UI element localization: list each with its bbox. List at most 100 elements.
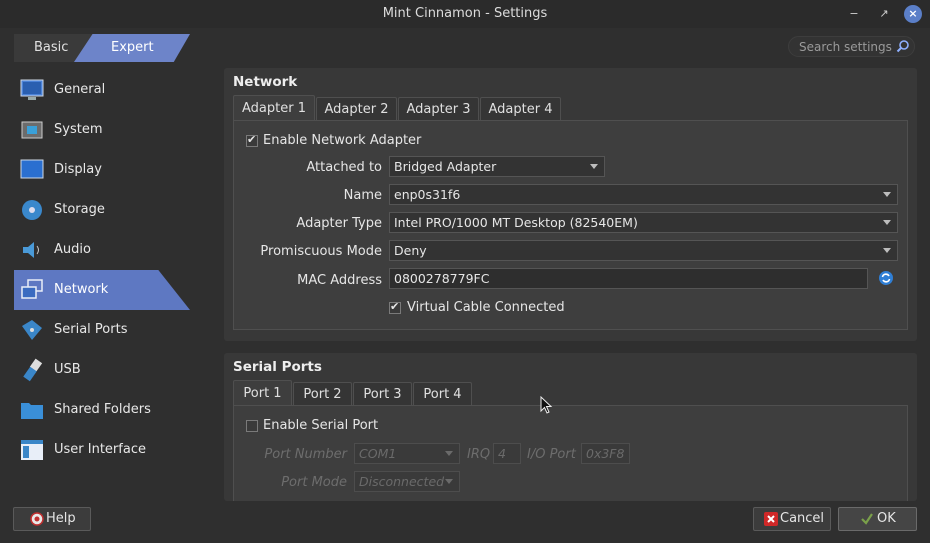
minimize-button[interactable]: − (845, 5, 863, 23)
tab-adapter-3[interactable]: Adapter 3 (398, 97, 479, 121)
name-select[interactable]: enp0s31f6 (389, 184, 898, 205)
name-label: Name (343, 188, 382, 203)
chevron-down-icon (590, 164, 598, 169)
io-port-field[interactable]: 0x3F8 (581, 443, 630, 464)
enable-adapter-checkbox[interactable] (246, 133, 258, 147)
maximize-button[interactable]: ↗ (875, 5, 893, 23)
irq-label: IRQ (467, 447, 491, 462)
port-number-select[interactable]: COM1 (354, 443, 460, 464)
tab-port-4[interactable]: Port 4 (413, 382, 472, 406)
sidebar-item-label: USB (54, 362, 81, 377)
speaker-icon (23, 242, 39, 258)
sidebar-item-shared-folders[interactable]: Shared Folders (14, 390, 190, 430)
sidebar-item-serial-ports[interactable]: Serial Ports (14, 310, 190, 350)
window-title: Mint Cinnamon - Settings (382, 6, 548, 21)
port-mode-select[interactable]: Disconnected (354, 471, 460, 492)
folder-icon (21, 403, 43, 419)
attached-to-value: Bridged Adapter (394, 159, 497, 174)
port-number-value: COM1 (359, 446, 397, 461)
sidebar-item-display[interactable]: Display (14, 150, 190, 190)
chip-icon (21, 121, 43, 139)
cancel-label: Cancel (780, 511, 825, 526)
sidebar-item-network[interactable]: Network (14, 270, 190, 310)
mode-switch: Basic Expert (14, 34, 190, 62)
sidebar-item-label: Shared Folders (54, 402, 151, 417)
sidebar-item-audio[interactable]: Audio (14, 230, 190, 270)
refresh-icon[interactable] (878, 270, 894, 286)
cancel-button[interactable]: Cancel (753, 507, 831, 531)
attached-to-label: Attached to (306, 160, 382, 175)
port-mode-value: Disconnected (359, 474, 445, 489)
network-group: Network Adapter 1 Adapter 2 Adapter 3 Ad… (224, 68, 917, 341)
enable-serial-checkbox[interactable] (246, 420, 258, 432)
adapter-type-label: Adapter Type (296, 216, 382, 231)
sidebar-item-usb[interactable]: USB (14, 350, 190, 390)
sidebar-item-label: Storage (54, 202, 105, 217)
sidebar-item-general[interactable]: General (14, 70, 190, 110)
sidebar-item-label: Serial Ports (54, 322, 128, 337)
tab-adapter-1[interactable]: Adapter 1 (233, 95, 315, 121)
port-number-label: Port Number (264, 447, 347, 462)
search-input[interactable] (797, 39, 901, 55)
title-bar: Mint Cinnamon - Settings (0, 0, 930, 28)
name-value: enp0s31f6 (394, 187, 461, 202)
attached-to-select[interactable]: Bridged Adapter (389, 156, 605, 177)
cancel-icon (764, 512, 778, 526)
sidebar-item-label: System (54, 122, 103, 137)
disk-icon (22, 200, 42, 220)
ok-icon (861, 513, 873, 525)
help-button[interactable]: Help (13, 507, 91, 531)
ok-button[interactable]: OK (838, 507, 917, 531)
serial-ports-group: Serial Ports Port 1 Port 2 Port 3 Port 4… (224, 353, 917, 501)
search-box (788, 36, 915, 57)
usb-icon (23, 358, 43, 382)
cable-connected-label[interactable]: Virtual Cable Connected (407, 300, 565, 315)
enable-serial-label[interactable]: Enable Serial Port (263, 418, 378, 433)
close-button[interactable]: × (904, 5, 922, 23)
sidebar-item-label: Display (54, 162, 102, 177)
irq-field[interactable]: 4 (493, 443, 521, 464)
help-icon (30, 512, 44, 526)
chevron-down-icon (445, 451, 453, 456)
adapter-pane: Enable Network Adapter Attached to Bridg… (233, 120, 908, 330)
adapter-type-select[interactable]: Intel PRO/1000 MT Desktop (82540EM) (389, 212, 898, 233)
chevron-down-icon (883, 192, 891, 197)
cable-connected-checkbox[interactable] (389, 300, 401, 314)
chevron-down-icon (883, 248, 891, 253)
network-icon (21, 279, 43, 299)
sidebar-item-storage[interactable]: Storage (14, 190, 190, 230)
sidebar: General System Display Storage Audio Net… (14, 70, 190, 470)
chevron-down-icon (883, 220, 891, 225)
tab-port-3[interactable]: Port 3 (353, 382, 412, 406)
sidebar-item-user-interface[interactable]: User Interface (14, 430, 190, 470)
tab-adapter-2[interactable]: Adapter 2 (316, 97, 397, 121)
search-icon[interactable] (896, 39, 910, 53)
enable-adapter-label[interactable]: Enable Network Adapter (263, 133, 421, 148)
sidebar-item-system[interactable]: System (14, 110, 190, 150)
tab-adapter-4[interactable]: Adapter 4 (480, 97, 561, 121)
mac-address-label: MAC Address (297, 273, 382, 288)
tab-port-2[interactable]: Port 2 (293, 382, 352, 406)
serial-port-icon (22, 320, 42, 340)
adapter-type-value: Intel PRO/1000 MT Desktop (82540EM) (394, 215, 638, 230)
display-icon (20, 159, 44, 179)
network-title: Network (233, 74, 298, 90)
mac-address-field[interactable]: 0800278779FC (389, 268, 868, 289)
serial-port-pane: Enable Serial Port Port Number COM1 IRQ … (233, 405, 908, 501)
help-label: Help (46, 511, 76, 526)
ok-label: OK (877, 511, 896, 526)
promiscuous-mode-label: Promiscuous Mode (260, 244, 382, 259)
port-mode-label: Port Mode (281, 475, 347, 490)
chevron-down-icon (445, 479, 453, 484)
io-port-label: I/O Port (527, 447, 576, 462)
serial-ports-title: Serial Ports (233, 359, 322, 375)
mode-expert-tab[interactable]: Expert (74, 34, 190, 62)
tab-port-1[interactable]: Port 1 (233, 380, 292, 406)
sidebar-item-label: General (54, 82, 106, 97)
promiscuous-mode-select[interactable]: Deny (389, 240, 898, 261)
sidebar-item-label: Audio (54, 242, 91, 257)
window-icon (21, 440, 43, 460)
mouse-cursor-icon (540, 396, 553, 414)
sidebar-item-label: User Interface (54, 442, 146, 457)
promiscuous-mode-value: Deny (394, 243, 427, 258)
